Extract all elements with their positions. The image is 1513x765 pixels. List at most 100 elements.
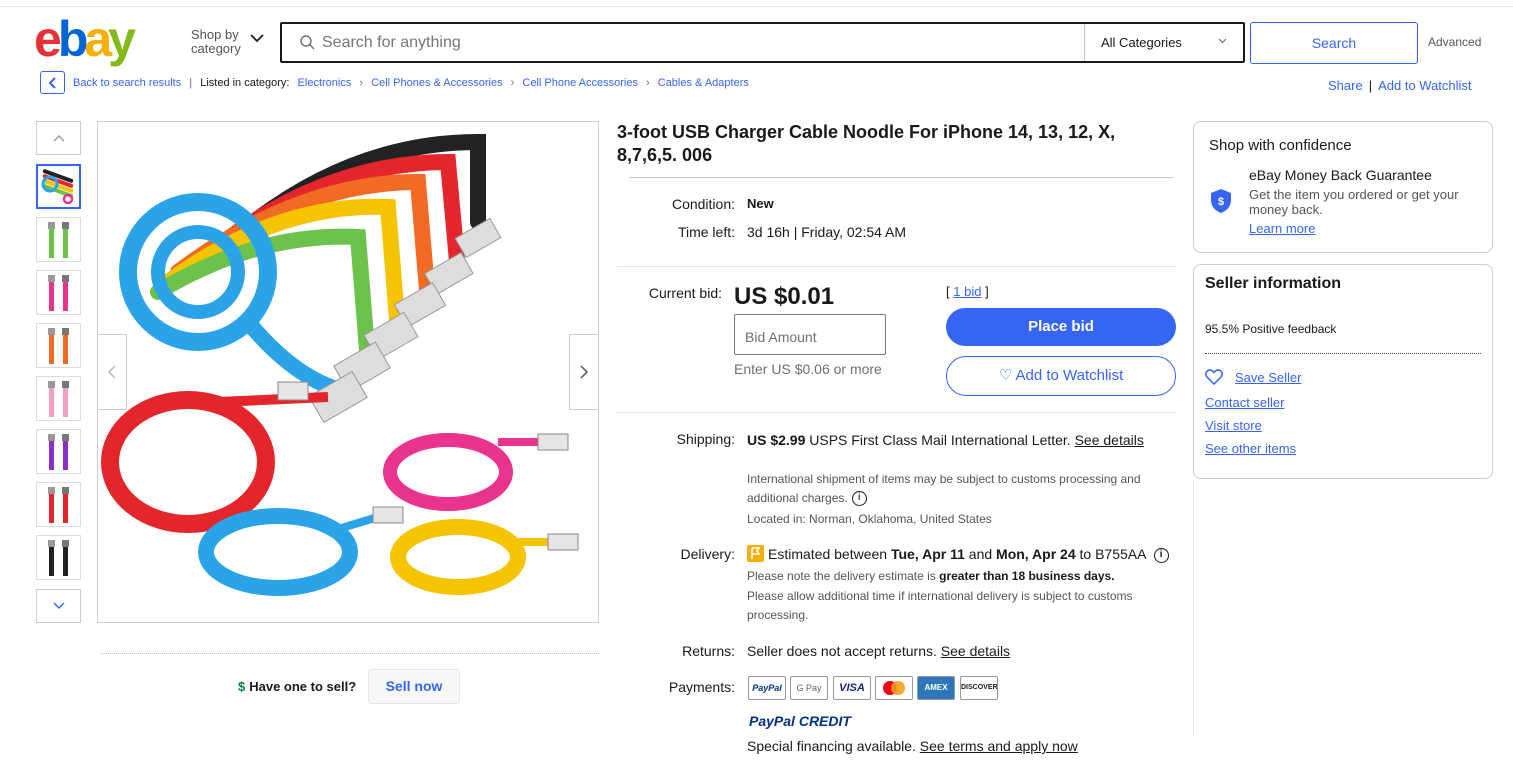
advanced-search-link[interactable]: Advanced xyxy=(1428,35,1481,49)
thumbnail-6[interactable] xyxy=(36,429,81,474)
share-divider: | xyxy=(1368,78,1373,93)
info-icon[interactable]: i xyxy=(851,491,867,507)
thumbnail-scroll-up-button[interactable] xyxy=(36,121,81,155)
search-icon xyxy=(300,35,315,50)
chevron-right-icon xyxy=(580,365,589,379)
delivery-note: Please note the delivery estimate is gre… xyxy=(747,567,1167,586)
category-select-value: All Categories xyxy=(1101,35,1182,50)
logo-b: b xyxy=(58,16,87,67)
breadcrumb-item-cell-phone-accessories[interactable]: Cell Phone Accessories xyxy=(522,77,638,89)
bid-count: [ 1 bid ] xyxy=(946,284,989,299)
previous-image-button[interactable] xyxy=(97,334,127,410)
back-to-search-link[interactable]: Back to search results xyxy=(73,77,181,89)
chevron-down-icon xyxy=(250,34,264,43)
returns-see-details-link[interactable]: See details xyxy=(941,643,1010,659)
thumbnail-1[interactable] xyxy=(36,164,81,209)
bid-count-link[interactable]: 1 bid xyxy=(953,284,981,299)
special-financing: Special financing available. See terms a… xyxy=(747,738,1078,754)
section-divider xyxy=(617,266,1177,267)
have-one-label: Have one to sell? xyxy=(249,679,357,694)
thumbnail-7[interactable] xyxy=(36,482,81,527)
current-bid-label: Current bid: xyxy=(648,285,722,301)
bid-count-open-bracket: [ xyxy=(946,284,950,299)
delivery-estimate: Estimated between Tue, Apr 11 and Mon, A… xyxy=(747,545,1169,563)
have-one-to-sell: $ Have one to sell? xyxy=(238,679,356,694)
place-bid-button[interactable]: Place bid xyxy=(946,308,1176,346)
shop-with-confidence-panel: Shop with confidence $ eBay Money Back G… xyxy=(1193,121,1493,253)
save-seller-link[interactable]: Save Seller xyxy=(1235,370,1301,385)
financing-link[interactable]: See terms and apply now xyxy=(920,738,1078,754)
listing-title: 3-foot USB Charger Cable Noodle For iPho… xyxy=(617,122,1116,165)
shop-by-category-button[interactable]: Shop by category xyxy=(191,28,271,56)
condition-value: New xyxy=(747,196,774,211)
mastercard-icon: mastercard xyxy=(875,676,913,700)
back-button[interactable] xyxy=(40,71,65,94)
thumbnail-2[interactable] xyxy=(36,217,81,262)
next-image-button[interactable] xyxy=(569,334,599,410)
search-input[interactable] xyxy=(322,24,1082,61)
thumbnail-3[interactable] xyxy=(36,270,81,315)
breadcrumb-item-cell-phones[interactable]: Cell Phones & Accessories xyxy=(371,77,502,89)
ebay-logo[interactable]: ebay xyxy=(34,11,156,68)
shipping-price: US $2.99 xyxy=(747,432,806,448)
seller-feedback: 95.5% Positive feedback xyxy=(1205,322,1337,336)
thumbnail-5[interactable] xyxy=(36,376,81,421)
paypal-icon: PayPal xyxy=(748,676,786,700)
main-product-image[interactable] xyxy=(97,121,599,623)
paypal-credit-paypal: PayPal xyxy=(749,713,795,729)
current-bid-value: US $0.01 xyxy=(734,283,835,310)
bid-count-close-bracket: ] xyxy=(985,284,989,299)
shipping-note: International shipment of items may be s… xyxy=(747,470,1167,508)
amex-icon: AMEX xyxy=(917,676,955,700)
breadcrumb-item-cables-adapters[interactable]: Cables & Adapters xyxy=(658,77,749,89)
breadcrumb-chevron-icon: › xyxy=(359,77,364,89)
discover-icon: DISCOVER xyxy=(960,676,998,700)
payments-label: Payments: xyxy=(668,679,735,695)
time-left-label: Time left: xyxy=(677,224,735,240)
bid-amount-input[interactable]: Bid Amount xyxy=(734,314,886,355)
search-button[interactable]: Search xyxy=(1250,22,1418,64)
breadcrumb-item-electronics[interactable]: Electronics xyxy=(298,77,352,89)
google-pay-icon: G Pay xyxy=(790,676,828,700)
thumbnail-8[interactable] xyxy=(36,535,81,580)
learn-more-link[interactable]: Learn more xyxy=(1249,221,1315,236)
category-select[interactable]: All Categories xyxy=(1084,24,1245,61)
delivery-note-bold: greater than 18 business days. xyxy=(939,569,1115,583)
delivery-and: and xyxy=(968,546,993,562)
heart-icon xyxy=(1204,369,1224,390)
condition-label: Condition: xyxy=(671,196,735,212)
returns-info: Seller does not accept returns. See deta… xyxy=(747,643,1010,659)
thumbnail-4[interactable] xyxy=(36,323,81,368)
share-watch-links: Share | Add to Watchlist xyxy=(1328,78,1472,93)
shipping-method: USPS First Class Mail International Lett… xyxy=(809,432,1071,448)
see-other-items-link[interactable]: See other items xyxy=(1205,441,1296,456)
thumbnail-scroll-down-button[interactable] xyxy=(36,589,81,623)
shipping-see-details-link[interactable]: See details xyxy=(1075,432,1144,448)
bid-hint: Enter US $0.06 or more xyxy=(734,361,882,377)
info-icon[interactable]: i xyxy=(1153,547,1169,563)
chevron-down-icon xyxy=(53,602,65,609)
top-add-to-watchlist-link[interactable]: Add to Watchlist xyxy=(1378,78,1471,93)
top-divider xyxy=(0,6,1513,7)
heart-icon: ♡ xyxy=(998,367,1013,384)
financing-text: Special financing available. xyxy=(747,738,916,754)
breadcrumb-chevron-icon: › xyxy=(510,77,515,89)
item-location: Located in: Norman, Oklahoma, United Sta… xyxy=(747,512,992,526)
contact-seller-link[interactable]: Contact seller xyxy=(1205,395,1284,410)
add-to-watchlist-label: Add to Watchlist xyxy=(1015,367,1124,384)
shop-by-category-label: Shop by category xyxy=(191,27,241,56)
breadcrumb: Back to search results | Listed in categ… xyxy=(73,77,749,89)
delivery-to: to B755AA xyxy=(1079,546,1146,562)
visa-icon: VISA xyxy=(833,676,871,700)
add-to-watchlist-button[interactable]: ♡ Add to Watchlist xyxy=(946,356,1176,396)
delivery-pre: Estimated between xyxy=(768,546,888,562)
chevron-left-icon xyxy=(48,77,56,89)
image-divider xyxy=(100,653,599,654)
guarantee-title: eBay Money Back Guarantee xyxy=(1249,167,1432,183)
visit-store-link[interactable]: Visit store xyxy=(1205,418,1262,433)
share-link[interactable]: Share xyxy=(1328,78,1363,93)
sell-now-button[interactable]: Sell now xyxy=(368,669,460,704)
svg-text:ebay: ebay xyxy=(34,16,136,67)
flag-icon xyxy=(747,545,764,562)
chevron-left-icon xyxy=(107,365,116,379)
